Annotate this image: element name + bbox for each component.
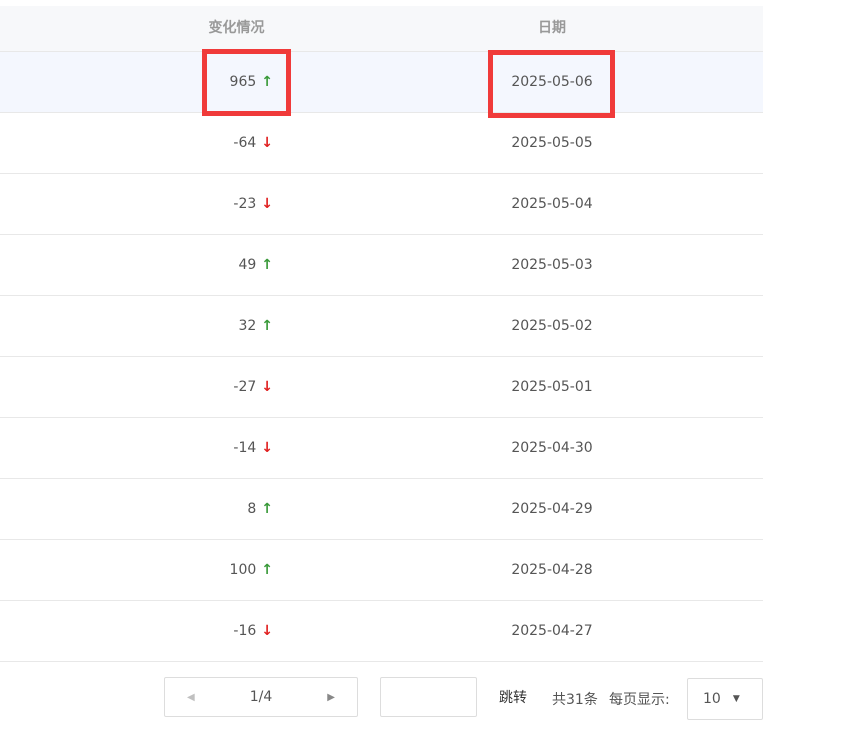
table-row[interactable]: -64 ↓ 2025-05-05	[0, 113, 763, 174]
change-cell: -64 ↓	[233, 113, 273, 173]
date-cell: 2025-05-06	[511, 74, 593, 90]
change-cell: 49 ↑	[238, 235, 273, 295]
date-cell: 2025-05-03	[511, 257, 593, 273]
table-row[interactable]: -14 ↓ 2025-04-30	[0, 418, 763, 479]
change-cell: -23 ↓	[233, 174, 273, 234]
table-row[interactable]: -23 ↓ 2025-05-04	[0, 174, 763, 235]
table-row[interactable]: 8 ↑ 2025-04-29	[0, 479, 763, 540]
arrow-down-icon: ↓	[261, 623, 273, 639]
table-row[interactable]: 49 ↑ 2025-05-03	[0, 235, 763, 296]
change-value: -64	[233, 135, 257, 151]
table-row[interactable]: 100 ↑ 2025-04-28	[0, 540, 763, 601]
table-header: 变化情况 日期	[0, 6, 763, 52]
per-page-value: 10	[703, 691, 721, 707]
change-cell: 32 ↑	[238, 296, 273, 356]
arrow-down-icon: ↓	[261, 135, 273, 151]
change-value: 8	[247, 501, 257, 517]
change-cell: -16 ↓	[233, 601, 273, 661]
change-value: -16	[233, 623, 257, 639]
date-cell: 2025-04-28	[511, 562, 593, 578]
arrow-down-icon: ↓	[261, 379, 273, 395]
table-body: 965 ↑ 2025-05-06 -64 ↓ 2025-05-05 -23 ↓ 2025-05-…	[0, 52, 763, 662]
date-cell: 2025-05-05	[511, 135, 593, 151]
date-cell: 2025-05-01	[511, 379, 593, 395]
change-value: 49	[238, 257, 257, 273]
arrow-up-icon: ↑	[261, 74, 273, 90]
page-indicator: 1/4	[249, 689, 273, 705]
table-row[interactable]: 965 ↑ 2025-05-06	[0, 52, 763, 113]
arrow-down-icon: ↓	[261, 196, 273, 212]
pagination: ◀ 1/4 ▶	[164, 677, 358, 717]
date-cell: 2025-04-30	[511, 440, 593, 456]
table-row[interactable]: -16 ↓ 2025-04-27	[0, 601, 763, 662]
total-count: 共31条	[552, 692, 598, 708]
per-page-label: 每页显示:	[609, 692, 670, 708]
change-value: 100	[229, 562, 257, 578]
arrow-down-icon: ↓	[261, 440, 273, 456]
change-cell: 8 ↑	[247, 479, 273, 539]
jump-button[interactable]: 跳转	[499, 687, 527, 707]
date-cell: 2025-04-29	[511, 501, 593, 517]
arrow-up-icon: ↑	[261, 318, 273, 334]
arrow-up-icon: ↑	[261, 562, 273, 578]
caret-right-icon[interactable]: ▶	[327, 692, 335, 703]
arrow-up-icon: ↑	[261, 257, 273, 273]
date-cell: 2025-05-02	[511, 318, 593, 334]
data-table: 变化情况 日期 965 ↑ 2025-05-06 -64 ↓ 2025-05-05 -23 ↓…	[0, 6, 763, 662]
date-cell: 2025-04-27	[511, 623, 593, 639]
change-cell: -14 ↓	[233, 418, 273, 478]
change-value: -14	[233, 440, 257, 456]
column-header-date[interactable]: 日期	[341, 6, 763, 51]
change-value: -27	[233, 379, 257, 395]
table-row[interactable]: 32 ↑ 2025-05-02	[0, 296, 763, 357]
table-row[interactable]: -27 ↓ 2025-05-01	[0, 357, 763, 418]
change-value: 965	[229, 74, 257, 90]
page-jump-input[interactable]	[380, 677, 477, 717]
per-page-select[interactable]: 10 ▼	[687, 678, 763, 720]
change-value: 32	[238, 318, 257, 334]
caret-down-icon: ▼	[732, 694, 740, 704]
arrow-up-icon: ↑	[261, 501, 273, 517]
caret-left-icon[interactable]: ◀	[187, 692, 195, 703]
date-cell: 2025-05-04	[511, 196, 593, 212]
change-value: -23	[233, 196, 257, 212]
change-cell: -27 ↓	[233, 357, 273, 417]
change-cell: 965 ↑	[230, 52, 273, 112]
change-cell: 100 ↑	[230, 540, 273, 600]
